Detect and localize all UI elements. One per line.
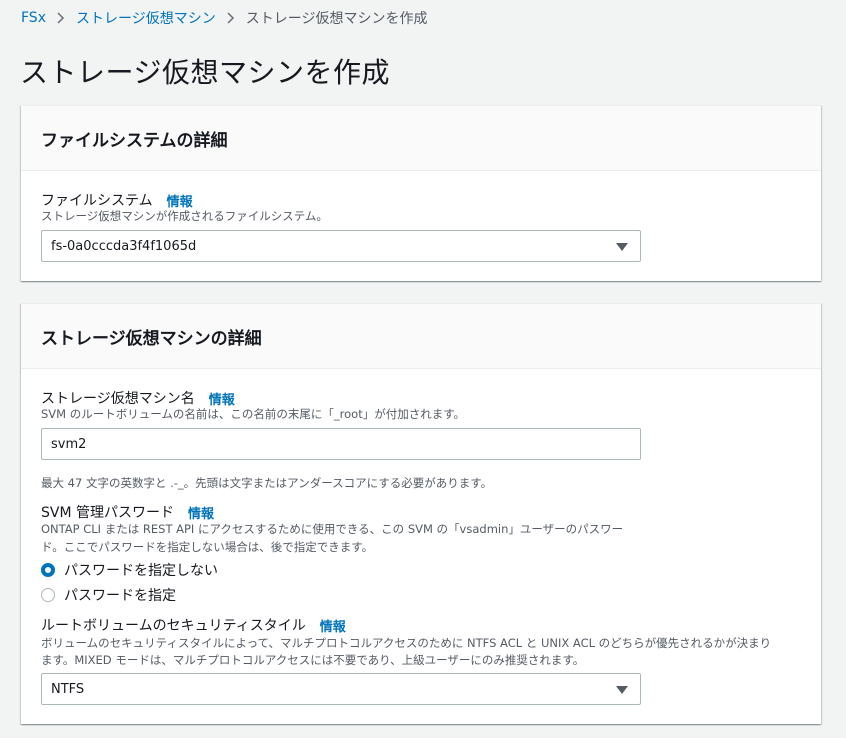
panel-header: ファイルシステムの詳細 [21, 106, 821, 171]
info-link[interactable]: 情報 [188, 503, 214, 522]
radio-button[interactable] [41, 588, 55, 602]
radio-label: パスワードを指定 [64, 588, 176, 604]
field-label-text: ストレージ仮想マシン名 [41, 391, 195, 407]
field-description-line-1: ONTAP CLI または REST API にアクセスするために使用できる、こ… [41, 522, 624, 536]
info-link[interactable]: 情報 [209, 389, 235, 408]
radio-button-selected[interactable] [41, 563, 55, 577]
panel-title: ファイルシステムの詳細 [41, 130, 228, 151]
field-description-line-2: ます。MIXED モードは、マルチプロトコルアクセスには不要であり、上級ユーザー… [41, 653, 585, 667]
input-value: svm2 [51, 436, 87, 452]
info-link[interactable]: 情報 [167, 191, 193, 210]
field-description-line-1: ボリュームのセキュリティスタイルによって、マルチプロトコルアクセスのために NT… [41, 636, 772, 650]
info-link[interactable]: 情報 [320, 616, 346, 635]
select-value: NTFS [51, 681, 85, 697]
breadcrumb-current: ストレージ仮想マシンを作成 [245, 11, 428, 27]
security-style-field-label: ルートボリュームのセキュリティスタイル 情報 [41, 615, 346, 635]
svm-name-input[interactable]: svm2 [41, 428, 641, 460]
field-label-text: ルートボリュームのセキュリティスタイル [41, 618, 306, 634]
field-label-text: ファイルシステム [41, 193, 153, 209]
panel-header: ストレージ仮想マシンの詳細 [21, 304, 821, 369]
field-label-text: SVM 管理パスワード [41, 505, 174, 521]
filesystem-field-label: ファイルシステム 情報 [41, 190, 193, 210]
security-style-select[interactable]: NTFS [41, 673, 641, 705]
field-description-line-2: ド。ここでパスワードを指定しない場合は、後で指定できます。 [41, 540, 374, 554]
radio-no-password[interactable]: パスワードを指定しない [41, 560, 218, 580]
svm-details-panel: ストレージ仮想マシンの詳細 ストレージ仮想マシン名 情報 SVM のルートボリュ… [21, 303, 821, 724]
chevron-right-icon [227, 12, 235, 24]
panel-title: ストレージ仮想マシンの詳細 [41, 328, 262, 349]
radio-label: パスワードを指定しない [64, 563, 218, 579]
breadcrumb-fsx-link[interactable]: FSx [21, 10, 46, 26]
svm-password-field-label: SVM 管理パスワード 情報 [41, 502, 214, 522]
field-constraint-hint: 最大 47 文字の英数字と .-_。先頭は文字またはアンダースコアにする必要があ… [41, 476, 493, 490]
field-description: ストレージ仮想マシンが作成されるファイルシステム。 [41, 209, 328, 223]
caret-down-icon [616, 686, 628, 694]
page-title: ストレージ仮想マシンを作成 [20, 56, 390, 89]
field-description: SVM のルートボリュームの名前は、この名前の末尾に「_root」が付加されます… [41, 407, 466, 421]
svm-name-field-label: ストレージ仮想マシン名 情報 [41, 388, 235, 408]
radio-specify-password[interactable]: パスワードを指定 [41, 585, 176, 605]
filesystem-select[interactable]: fs-0a0cccda3f4f1065d [41, 230, 641, 262]
chevron-right-icon [57, 12, 65, 24]
caret-down-icon [616, 243, 628, 251]
breadcrumb-svm-link[interactable]: ストレージ仮想マシン [76, 8, 216, 28]
breadcrumb: FSx ストレージ仮想マシン ストレージ仮想マシンを作成 [21, 8, 427, 28]
filesystem-details-panel: ファイルシステムの詳細 ファイルシステム 情報 ストレージ仮想マシンが作成される… [21, 105, 821, 281]
select-value: fs-0a0cccda3f4f1065d [51, 238, 197, 254]
